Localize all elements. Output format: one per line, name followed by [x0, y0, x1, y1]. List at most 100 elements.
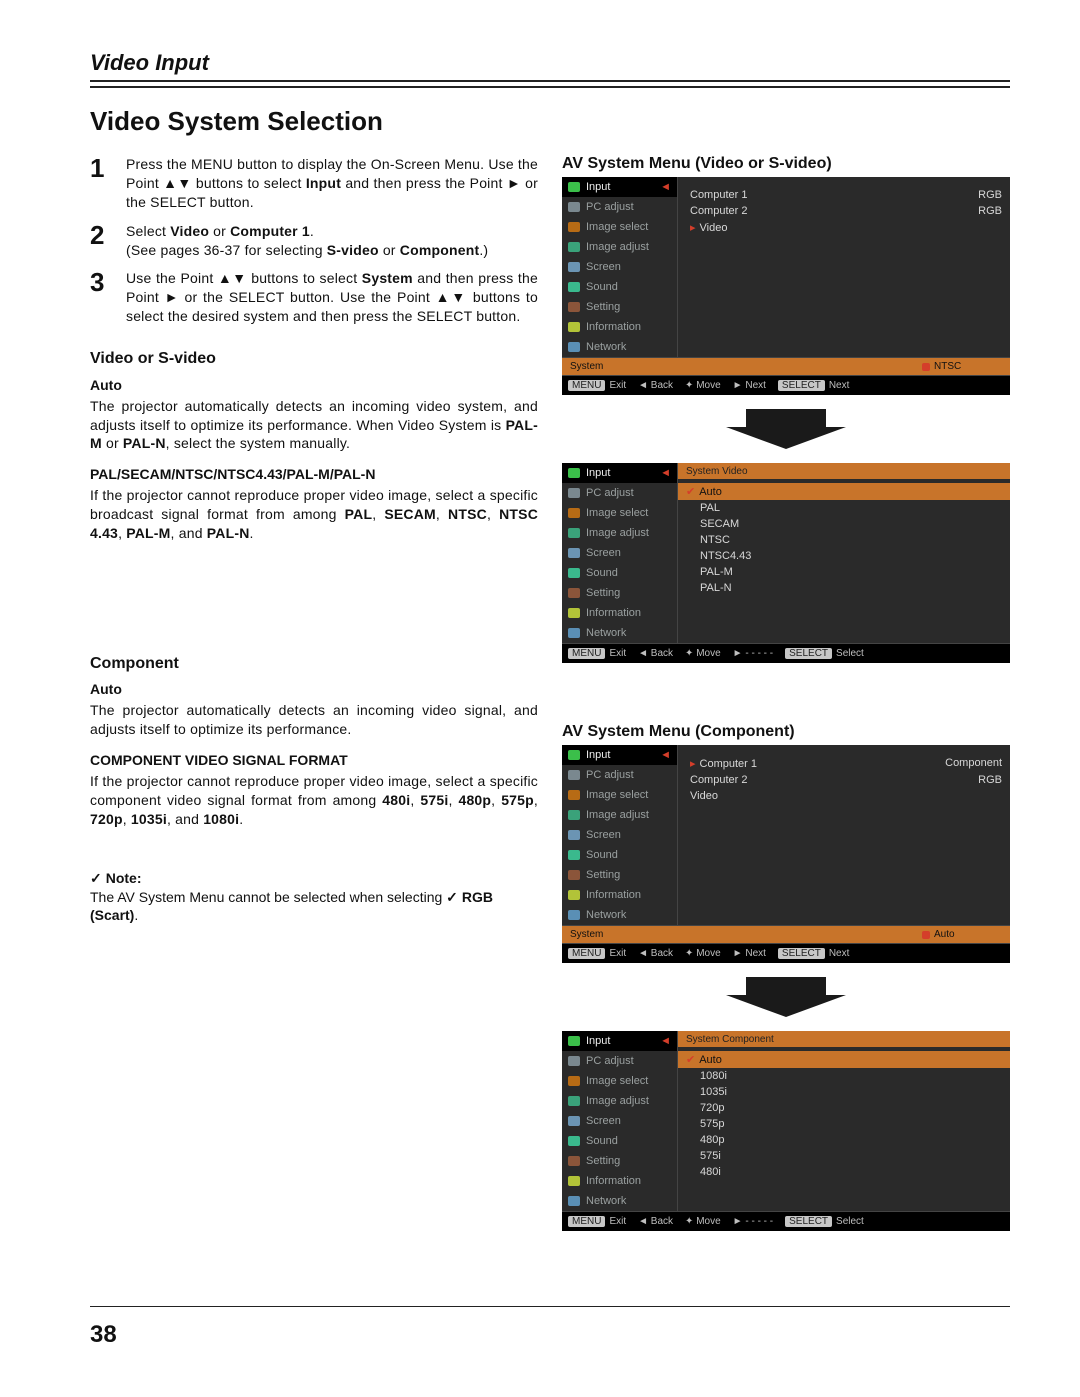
- sidebar-item[interactable]: Network: [562, 337, 677, 357]
- input-row[interactable]: Computer 2RGB: [686, 203, 1002, 219]
- sidebar-item[interactable]: Setting: [562, 297, 677, 317]
- step-body: Select Video or Computer 1.(See pages 36…: [126, 222, 488, 260]
- sidebar-item[interactable]: Sound: [562, 845, 677, 865]
- sidebar-item[interactable]: Network: [562, 905, 677, 925]
- osd-av-video-main: Input ◄ PC adjustImage select Image adjust S…: [562, 177, 1010, 395]
- system-option[interactable]: 480i: [678, 1164, 1010, 1180]
- system-option[interactable]: NTSC: [678, 532, 1010, 548]
- sidebar-item[interactable]: Information: [562, 885, 677, 905]
- sidebar-item[interactable]: Sound: [562, 277, 677, 297]
- sidebar-item[interactable]: Network: [562, 1191, 677, 1211]
- system-option[interactable]: PAL: [678, 500, 1010, 516]
- sidebar-item[interactable]: Screen: [562, 257, 677, 277]
- system-option[interactable]: 1035i: [678, 1084, 1010, 1100]
- sidebar-item[interactable]: Setting: [562, 865, 677, 885]
- sidebar-item[interactable]: Input◄: [562, 745, 677, 765]
- menu-icon: [568, 202, 580, 212]
- sidebar-item[interactable]: Image adjust: [562, 523, 677, 543]
- sidebar-item[interactable]: Setting: [562, 583, 677, 603]
- sidebar-item[interactable]: Input◄: [562, 463, 677, 483]
- system-option[interactable]: 575p: [678, 1116, 1010, 1132]
- chevron-right-icon: ◄: [660, 181, 671, 193]
- sidebar-item[interactable]: PC adjust: [562, 765, 677, 785]
- sidebar-item[interactable]: Input◄: [562, 1031, 677, 1051]
- menu-icon: [568, 628, 580, 638]
- input-row[interactable]: ▸Computer 1Component: [686, 755, 1002, 772]
- sidebar-item-label: Setting: [586, 301, 620, 313]
- sidebar-item-label: Sound: [586, 1135, 618, 1147]
- footer-hint: ► - - - - -: [733, 648, 773, 659]
- sidebar-item[interactable]: Image select: [562, 503, 677, 523]
- system-option[interactable]: ✔Auto: [678, 483, 1010, 500]
- sidebar-item-label: Image select: [586, 789, 648, 801]
- sidebar-item[interactable]: Image select: [562, 785, 677, 805]
- sidebar-item-label: Information: [586, 607, 641, 619]
- menu-icon: [568, 282, 580, 292]
- sidebar-item-label: Input: [586, 181, 610, 193]
- system-option[interactable]: 1080i: [678, 1068, 1010, 1084]
- sidebar-item[interactable]: Screen: [562, 1111, 677, 1131]
- sidebar-item[interactable]: PC adjust: [562, 483, 677, 503]
- sidebar-item[interactable]: Network: [562, 623, 677, 643]
- sidebar-item[interactable]: Sound: [562, 563, 677, 583]
- sidebar-item[interactable]: Image select: [562, 217, 677, 237]
- page-number: 38: [90, 1321, 117, 1349]
- menu-icon: [568, 910, 580, 920]
- footer-hint: ► Next: [733, 948, 766, 959]
- sidebar-item-label: PC adjust: [586, 1055, 634, 1067]
- component-fmt-body: If the projector cannot reproduce proper…: [90, 772, 538, 829]
- sidebar-item-label: Image adjust: [586, 241, 649, 253]
- system-option[interactable]: 720p: [678, 1100, 1010, 1116]
- input-row[interactable]: Computer 1RGB: [686, 187, 1002, 203]
- system-option[interactable]: PAL-N: [678, 580, 1010, 596]
- system-value: NTSC: [914, 358, 1010, 375]
- sidebar-item[interactable]: Sound: [562, 1131, 677, 1151]
- sidebar-item[interactable]: PC adjust: [562, 197, 677, 217]
- sidebar-item-label: Information: [586, 889, 641, 901]
- sidebar-item-label: PC adjust: [586, 487, 634, 499]
- system-option[interactable]: 480p: [678, 1132, 1010, 1148]
- footer-hint: ► - - - - -: [733, 1216, 773, 1227]
- system-option[interactable]: NTSC4.43: [678, 548, 1010, 564]
- sidebar-item[interactable]: Input ◄: [562, 177, 677, 197]
- sidebar-item[interactable]: Image select: [562, 1071, 677, 1091]
- sidebar-item[interactable]: Image adjust: [562, 1091, 677, 1111]
- sidebar-item[interactable]: Setting: [562, 1151, 677, 1171]
- system-option[interactable]: ✔Auto: [678, 1051, 1010, 1068]
- osd-footer: MENUExit◄ Back✦ Move► NextSELECTNext: [562, 375, 1010, 395]
- input-row[interactable]: ▸Video: [686, 219, 1002, 236]
- heading-rule: [90, 80, 1010, 88]
- input-row[interactable]: Video: [686, 788, 1002, 804]
- sidebar-item[interactable]: PC adjust: [562, 1051, 677, 1071]
- sidebar-item[interactable]: Image adjust: [562, 805, 677, 825]
- sidebar-item[interactable]: Screen: [562, 543, 677, 563]
- footer-hint: ✦ Move: [685, 380, 721, 391]
- sidebar-item-label: Screen: [586, 829, 621, 841]
- sidebar-item[interactable]: Information: [562, 603, 677, 623]
- menu-icon: [568, 790, 580, 800]
- system-option[interactable]: SECAM: [678, 516, 1010, 532]
- sidebar-item-label: Image adjust: [586, 527, 649, 539]
- sidebar-item[interactable]: Screen: [562, 825, 677, 845]
- footer-hint: SELECTNext: [778, 380, 849, 391]
- caption-av-component: AV System Menu (Component): [562, 723, 1010, 741]
- menu-icon: [568, 1176, 580, 1186]
- svideo-heading: Video or S-video: [90, 348, 538, 370]
- input-row[interactable]: Computer 2RGB: [686, 772, 1002, 788]
- system-option[interactable]: 575i: [678, 1148, 1010, 1164]
- footer-hint: ✦ Move: [685, 1216, 721, 1227]
- sidebar-item-label: Screen: [586, 547, 621, 559]
- sidebar-item-label: Information: [586, 321, 641, 333]
- menu-icon: [568, 1136, 580, 1146]
- sidebar-item-label: Network: [586, 627, 626, 639]
- sidebar-item[interactable]: Image adjust: [562, 237, 677, 257]
- sidebar-item[interactable]: Information: [562, 317, 677, 337]
- step-number: 3: [90, 269, 112, 326]
- arrow-down-icon: [726, 977, 846, 1017]
- system-option[interactable]: PAL-M: [678, 564, 1010, 580]
- sidebar-item-label: Image adjust: [586, 809, 649, 821]
- footer-hint: ◄ Back: [638, 948, 673, 959]
- sidebar-item[interactable]: Information: [562, 1171, 677, 1191]
- osd-footer: MENUExit◄ Back✦ Move► - - - - -SELECTSel…: [562, 1211, 1010, 1231]
- component-auto-h: Auto: [90, 680, 538, 699]
